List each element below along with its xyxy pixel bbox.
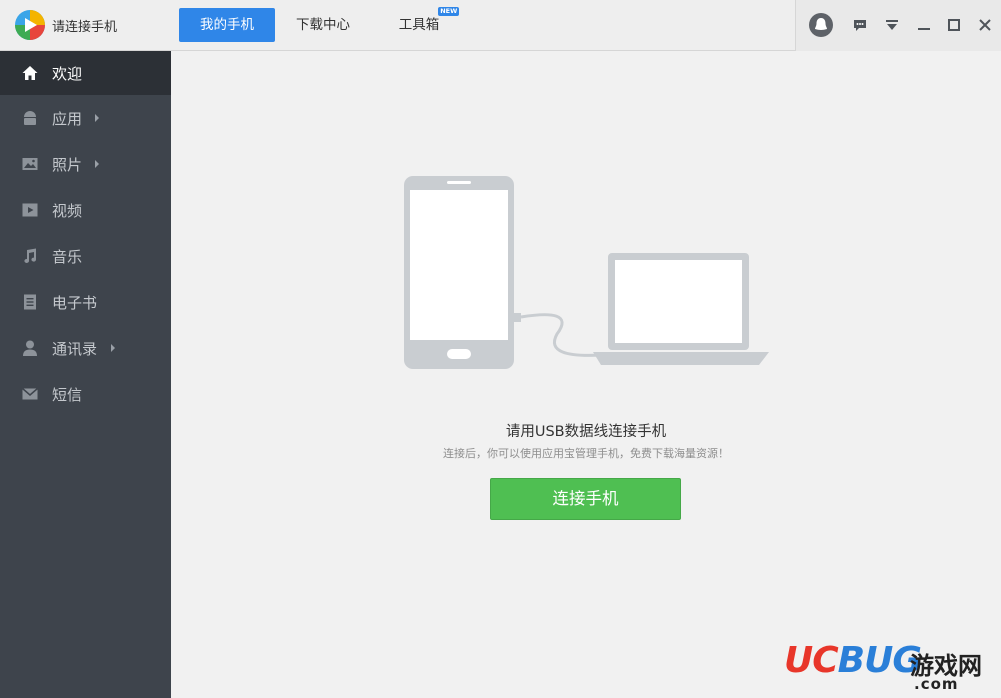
android-icon xyxy=(24,111,36,125)
minimize-icon xyxy=(918,28,930,30)
maximize-button[interactable] xyxy=(942,13,966,37)
sidebar-item-label: 欢迎 xyxy=(52,65,83,83)
message-icon xyxy=(854,20,866,31)
sidebar-item-videos[interactable]: 视频 xyxy=(0,188,171,232)
title-bar: 请连接手机 我的手机 下载中心 工具箱 NEW xyxy=(0,0,1001,51)
user-avatar-button[interactable] xyxy=(808,12,834,38)
sidebar-item-contacts[interactable]: 通讯录 xyxy=(0,326,171,370)
close-button[interactable] xyxy=(973,13,997,37)
tab-label: 我的手机 xyxy=(200,17,254,33)
home-icon xyxy=(22,66,38,80)
photo-icon xyxy=(22,158,38,170)
sidebar-item-label: 视频 xyxy=(52,202,83,220)
chevron-right-icon xyxy=(95,114,99,122)
app-title: 请连接手机 xyxy=(52,20,118,35)
watermark-domain: .com xyxy=(914,675,959,693)
sidebar-item-welcome[interactable]: 欢迎 xyxy=(0,51,171,95)
ebook-icon xyxy=(24,294,36,310)
new-badge: NEW xyxy=(438,7,460,16)
tab-label: 下载中心 xyxy=(296,17,350,33)
tab-download-center[interactable]: 下载中心 xyxy=(282,8,364,42)
window-controls xyxy=(795,0,1001,51)
connect-instruction-title: 请用USB数据线连接手机 xyxy=(505,424,667,440)
watermark-brand-bug: BUG xyxy=(837,640,922,681)
close-icon xyxy=(979,19,991,31)
sidebar-item-sms[interactable]: 短信 xyxy=(0,372,171,416)
tab-toolbox[interactable]: 工具箱 NEW xyxy=(384,7,460,42)
chevron-right-icon xyxy=(95,160,99,168)
message-button[interactable] xyxy=(848,13,872,37)
connect-phone-button[interactable]: 连接手机 xyxy=(490,478,681,520)
connect-instruction-subtitle: 连接后，你可以使用应用宝管理手机，免费下载海量资源！ xyxy=(443,447,729,460)
sidebar-item-label: 电子书 xyxy=(52,294,98,312)
chevron-right-icon xyxy=(111,344,115,352)
tab-my-phone[interactable]: 我的手机 xyxy=(179,8,275,42)
sidebar-item-label: 短信 xyxy=(52,386,83,404)
sms-icon xyxy=(22,387,38,400)
sidebar-item-label: 通讯录 xyxy=(52,340,98,358)
tab-label: 工具箱 xyxy=(398,17,440,33)
sidebar-item-label: 照片 xyxy=(52,156,83,174)
dropdown-menu-icon xyxy=(886,20,898,30)
watermark-brand: UCBUG xyxy=(784,640,922,681)
watermark-logo: UCBUG 游戏网 .com xyxy=(784,640,999,698)
watermark-brand-uc: UC xyxy=(784,640,839,681)
avatar-icon xyxy=(809,13,833,37)
app-logo-icon xyxy=(15,10,45,40)
music-icon xyxy=(24,248,37,263)
sidebar-item-label: 音乐 xyxy=(52,248,83,266)
phone-laptop-usb-illustration xyxy=(404,176,769,369)
sidebar-item-photos[interactable]: 照片 xyxy=(0,142,171,186)
sidebar: 欢迎 应用 照片 视频 音乐 电子书 通讯录 短信 xyxy=(0,51,171,698)
video-icon xyxy=(22,203,38,217)
minimize-button[interactable] xyxy=(912,13,936,37)
main-content: 请用USB数据线连接手机 连接后，你可以使用应用宝管理手机，免费下载海量资源！ … xyxy=(171,51,1001,698)
menu-dropdown-button[interactable] xyxy=(880,13,904,37)
maximize-icon xyxy=(948,19,960,31)
sidebar-item-music[interactable]: 音乐 xyxy=(0,234,171,278)
sidebar-item-label: 应用 xyxy=(52,110,83,128)
sidebar-item-ebooks[interactable]: 电子书 xyxy=(0,280,171,324)
sidebar-item-apps[interactable]: 应用 xyxy=(0,96,171,140)
contacts-icon xyxy=(23,340,37,356)
